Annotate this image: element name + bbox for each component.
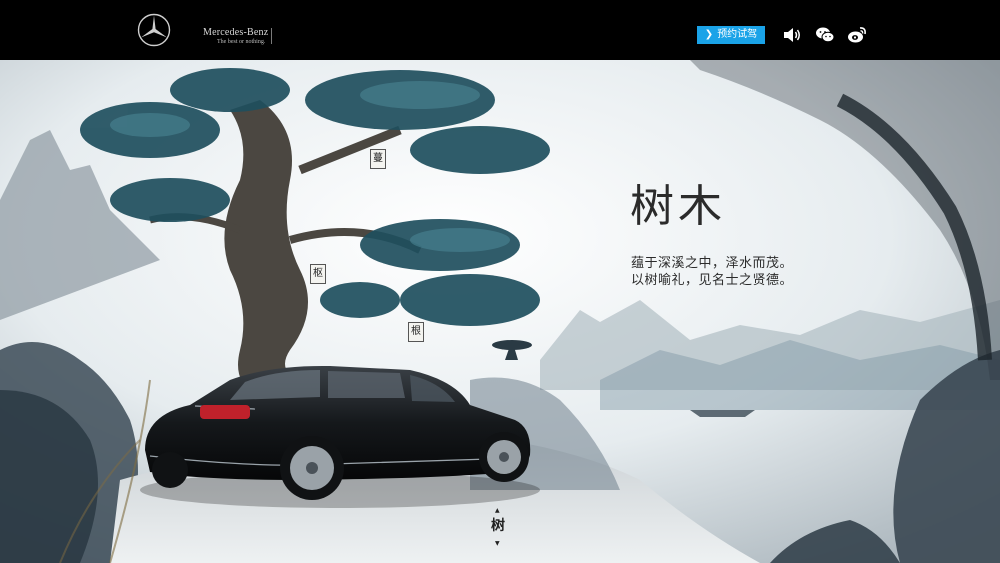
section-verse: 蕴于深溪之中，泽水而茂。 以树喻礼，见名士之贤德。 [631,255,793,289]
brand-wordmark[interactable]: Mercedes-Benz The best or nothing. [203,27,268,46]
brand-name: Mercedes-Benz [203,27,269,38]
nav-down-arrow-icon[interactable]: ▼ [495,540,500,547]
mercedes-star-icon[interactable] [137,13,171,47]
verse-line-2: 以树喻礼，见名士之贤德。 [631,273,794,288]
verse-line-1: 蕴于深溪之中，泽水而茂。 [631,256,794,271]
hotspot-root[interactable]: 根 [408,322,424,342]
ink-landscape-scene: 蔓 枢 根 树木 蕴于深溪之中，泽水而茂。 以树喻礼，见名士之贤德。 ▲ 树 ▼ [0,60,1000,563]
book-test-drive-label: 预约试驾 [717,29,758,40]
top-bar: Mercedes-Benz The best or nothing. ❯ 预约试驾 [0,0,1000,60]
speaker-icon[interactable] [782,26,802,44]
ink-landscape-painting [0,60,1000,563]
hotspot-vine[interactable]: 蔓 [370,149,386,169]
book-test-drive-button[interactable]: ❯ 预约试驾 [697,26,765,44]
brand-slogan: The best or nothing. [217,39,266,45]
wechat-icon[interactable] [815,26,835,44]
brand-divider [271,28,272,44]
nav-up-arrow-icon[interactable]: ▲ [495,507,500,514]
hotspot-hub[interactable]: 枢 [310,264,326,284]
chevron-right-icon: ❯ [704,29,714,40]
weibo-icon[interactable] [847,26,867,44]
nav-current-section: 树 [491,518,505,534]
section-title: 树木 [630,181,726,232]
